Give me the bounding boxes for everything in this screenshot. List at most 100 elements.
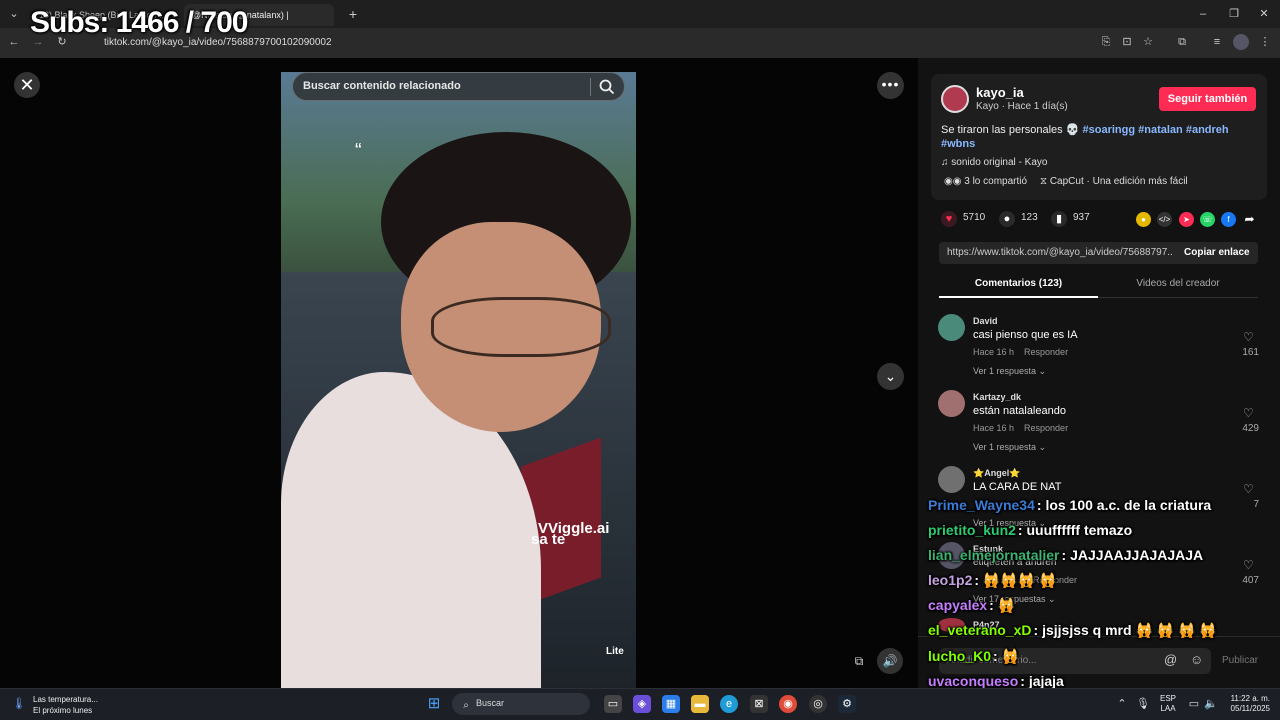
start-icon[interactable]: ⊞	[425, 695, 443, 713]
chrome-icon[interactable]: ◉	[779, 695, 797, 713]
comment-like-icon[interactable]: ♡	[1243, 330, 1254, 344]
translate-icon[interactable]: ⎘	[1098, 34, 1114, 50]
network-icon[interactable]: ▭	[1185, 695, 1203, 713]
tab-creator-videos[interactable]: Videos del creador	[1098, 278, 1258, 289]
share-arrow-icon[interactable]: ➦	[1242, 212, 1257, 227]
comment-username[interactable]: Kartazy_dk	[973, 392, 1021, 402]
file-explorer-icon[interactable]: ▬	[691, 695, 709, 713]
chat-text: JAJJAAJJAJAJAJA	[1070, 547, 1204, 563]
obs-icon[interactable]: ◎	[809, 695, 827, 713]
like-count: 5710	[963, 212, 986, 223]
extensions-icon[interactable]: ⧉	[1174, 34, 1190, 50]
system-clock[interactable]: 11:22 a. m. 05/11/2025	[1224, 694, 1270, 714]
like-icon[interactable]: ♥	[941, 211, 957, 227]
chat-text: jsjjsjss q mrd 🙀 🙀 🙀 🙀	[1042, 622, 1217, 638]
video-link[interactable]: https://www.tiktok.com/@kayo_ia/video/75…	[947, 247, 1172, 258]
emoji-icon[interactable]: ☺	[1190, 652, 1203, 667]
shared-by[interactable]: ◉◉ 3 lo compartió	[944, 176, 1027, 187]
comment-avatar[interactable]	[938, 314, 965, 341]
chat-message: prietito_kun2: uuuffffff temazo	[928, 522, 1133, 538]
comment-meta: Hace 16 h Responder	[973, 423, 1068, 433]
creator-avatar[interactable]	[941, 85, 969, 113]
copilot-icon[interactable]: ◈	[633, 695, 651, 713]
save-count: 937	[1073, 212, 1090, 223]
microphone-icon[interactable]: 🎙	[1134, 695, 1152, 713]
publish-button[interactable]: Publicar	[1222, 655, 1258, 666]
chat-message: el_veterano_xD: jsjjsjss q mrd 🙀 🙀 🙀 🙀	[928, 622, 1217, 638]
hashtag-link[interactable]: #andreh	[1186, 124, 1229, 136]
weather-title: Las temperatura...	[33, 695, 98, 704]
app-icon[interactable]: ⊠	[750, 695, 768, 713]
reading-list-icon[interactable]: ≡	[1209, 34, 1225, 50]
comment-like-count: 7	[1253, 499, 1259, 510]
mini-player-icon[interactable]: ⧉	[848, 648, 870, 674]
comment-like-icon[interactable]: ♡	[1243, 482, 1254, 496]
related-search-placeholder: Buscar contenido relacionado	[303, 80, 461, 92]
more-options-button[interactable]: •••	[877, 72, 904, 99]
maximize-icon[interactable]: ❐	[1226, 6, 1242, 22]
task-view-icon[interactable]: ▭	[604, 695, 622, 713]
bookmark-icon[interactable]: ▮	[1051, 211, 1067, 227]
comment-avatar[interactable]	[938, 466, 965, 493]
reply-link[interactable]: Responder	[1024, 423, 1068, 433]
coin-icon[interactable]: ●	[1136, 212, 1151, 227]
browser-menu-icon[interactable]: ⋮	[1257, 34, 1273, 50]
view-replies-link[interactable]: Ver 1 respuesta ⌄	[973, 442, 1046, 453]
edge-icon[interactable]: e	[720, 695, 738, 713]
next-video-button[interactable]: ⌄	[877, 363, 904, 390]
tray-overflow-icon[interactable]: ⌃	[1113, 695, 1131, 713]
minimize-icon[interactable]: –	[1195, 6, 1211, 22]
back-icon[interactable]: ←	[6, 34, 22, 50]
bookmark-star-icon[interactable]: ☆	[1140, 34, 1156, 50]
weather-widget[interactable]: Las temperatura... El próximo lunes	[33, 694, 98, 716]
close-video-button[interactable]: ✕	[14, 72, 40, 98]
hashtag-link[interactable]: #wbns	[941, 138, 975, 150]
language-indicator[interactable]: ESP LAA	[1160, 694, 1176, 714]
speaker-icon[interactable]: 🔈	[1202, 695, 1220, 713]
comment-like-icon[interactable]: ♡	[1243, 558, 1254, 572]
video-player[interactable]	[281, 72, 636, 688]
capcut-link[interactable]: ⧖ CapCut · Una edición más fácil	[1040, 176, 1188, 187]
comment-like-icon[interactable]: ♡	[1243, 406, 1254, 420]
store-icon[interactable]: ▦	[662, 695, 680, 713]
chat-username: capyalex	[928, 597, 988, 613]
music-note-icon: ♫	[941, 157, 952, 168]
creator-username[interactable]: kayo_ia	[976, 85, 1024, 100]
hashtag-link[interactable]: #soaringg	[1083, 124, 1136, 136]
comment-text: LA CARA DE NAT	[973, 481, 1062, 493]
video-quote-mark: “	[355, 140, 362, 162]
chat-username: lucho_K0	[928, 648, 992, 664]
comment-username[interactable]: ⭐Angel⭐	[973, 468, 1020, 479]
search-icon[interactable]	[598, 78, 616, 96]
embed-icon[interactable]: </>	[1157, 212, 1172, 227]
mention-icon[interactable]: @	[1164, 652, 1177, 667]
whatsapp-icon[interactable]: ☏	[1200, 212, 1215, 227]
follow-button[interactable]: Seguir también	[1159, 87, 1256, 111]
comment-avatar[interactable]	[938, 390, 965, 417]
music-link[interactable]: ♫ sonido original - Kayo	[941, 157, 1047, 168]
tab-search-icon[interactable]: ⌄	[6, 6, 22, 22]
comment-like-count: 161	[1242, 347, 1259, 358]
tab-comments[interactable]: Comentarios (123)	[939, 278, 1098, 298]
steam-icon[interactable]: ⚙	[838, 695, 856, 713]
comment-icon[interactable]: ●	[999, 211, 1015, 227]
hashtag-link[interactable]: #natalan	[1138, 124, 1183, 136]
viggle-watermark: VViggle.ai	[538, 520, 609, 537]
facebook-icon[interactable]: f	[1221, 212, 1236, 227]
reply-link[interactable]: Responder	[1024, 347, 1068, 357]
weather-subtitle: El próximo lunes	[33, 706, 93, 715]
send-icon[interactable]: ➤	[1179, 212, 1194, 227]
volume-icon[interactable]: 🔊	[877, 648, 903, 674]
weather-icon[interactable]: 🌡	[10, 695, 28, 713]
chat-text: jajaja	[1028, 673, 1064, 689]
profile-avatar[interactable]	[1233, 34, 1249, 50]
new-tab-button[interactable]: +	[345, 6, 361, 22]
view-replies-link[interactable]: Ver 1 respuesta ⌄	[973, 366, 1046, 377]
window-close-icon[interactable]: ✕	[1256, 6, 1272, 22]
cast-icon[interactable]: ⊡	[1119, 34, 1135, 50]
capcut-label: CapCut · Una edición más fácil	[1049, 176, 1188, 187]
chat-text: 🙀	[997, 597, 1016, 613]
comment-username[interactable]: David	[973, 316, 998, 326]
clock-time: 11:22 a. m.	[1230, 694, 1270, 703]
copy-link-button[interactable]: Copiar enlace	[1184, 247, 1250, 258]
